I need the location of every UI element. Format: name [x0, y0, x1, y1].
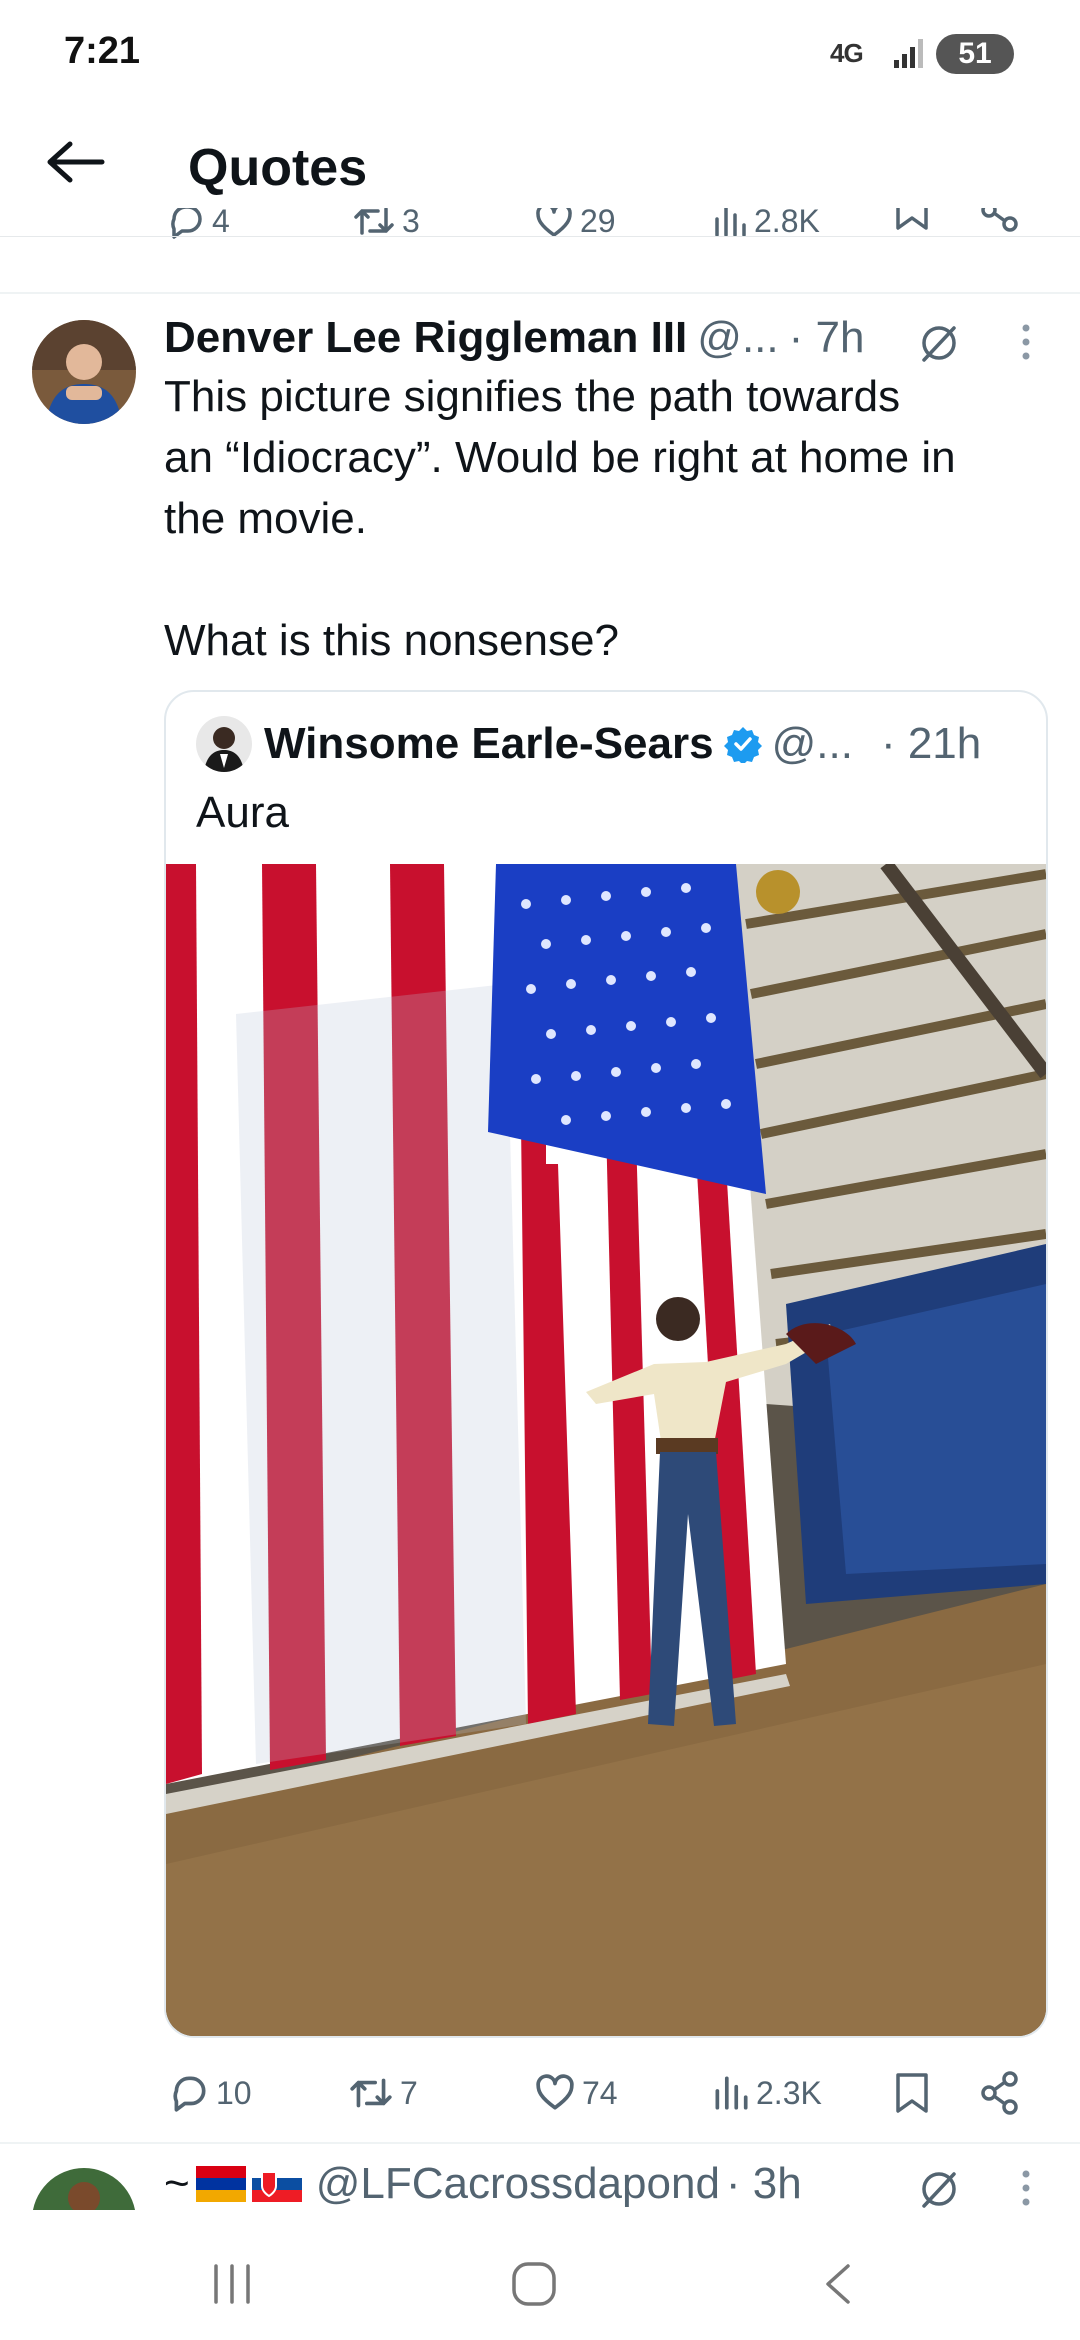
tweet-actions: 10 7 74 2.3K [164, 2058, 1044, 2128]
previous-tweet-actions: 4 3 29 2.8K [0, 208, 1080, 262]
quoted-tweet-photo[interactable] [166, 864, 1046, 2036]
tweet-header: Denver Lee Riggleman III @... · 7h [164, 308, 1024, 368]
next-avatar-image [32, 2168, 136, 2212]
previous-like-button[interactable]: 29 [534, 208, 616, 256]
avatar-image [32, 320, 136, 424]
like-button[interactable]: 74 [534, 2058, 618, 2128]
share-icon[interactable] [980, 208, 1020, 232]
more-options-icon[interactable] [1018, 2168, 1034, 2208]
reply-button[interactable]: 10 [168, 2058, 252, 2128]
views-icon [715, 2076, 748, 2110]
system-navigation-bar [0, 2210, 1080, 2340]
previous-retweet-count: 3 [402, 208, 420, 239]
next-tweet-time: · 3h [725, 2160, 802, 2208]
reply-icon [173, 2076, 206, 2112]
previous-views-count: 2.8K [754, 208, 820, 239]
battery-level: 51 [958, 37, 992, 70]
retweet-count: 7 [400, 2074, 418, 2111]
tweet-text-line: an “Idiocracy”. Would be right at home i… [164, 433, 956, 482]
tweet-divider [0, 2142, 1080, 2144]
grok-icon[interactable] [918, 2168, 960, 2210]
like-count: 74 [582, 2074, 618, 2111]
retweet-button[interactable]: 7 [348, 2058, 418, 2128]
bookmark-icon[interactable] [894, 208, 930, 232]
home-icon[interactable] [510, 2262, 558, 2306]
quoted-tweet-time: · 21h [880, 719, 982, 768]
bookmark-icon [896, 2073, 928, 2113]
back-arrow-icon[interactable] [46, 140, 106, 184]
status-time: 7:21 [64, 30, 141, 72]
previous-reply-count: 4 [212, 208, 230, 239]
quoted-tweet-text: Aura [196, 788, 289, 837]
next-tweet-handle: @LFCacrossdapond [315, 2160, 720, 2208]
next-tweet-prefix: ~ [164, 2160, 190, 2208]
more-options-icon[interactable] [1018, 322, 1034, 362]
share-button[interactable] [980, 2058, 1020, 2128]
quoted-author-name: Winsome Earle-Sears [264, 719, 714, 768]
previous-retweet-button[interactable]: 3 [352, 208, 420, 256]
verified-badge-icon [723, 727, 762, 763]
tweet-text: This picture signifies the path towards … [164, 366, 1064, 671]
header-divider [0, 236, 1080, 237]
author-name[interactable]: Denver Lee Riggleman III [164, 313, 687, 363]
views-button[interactable]: 2.3K [712, 2058, 822, 2128]
tweet-divider [0, 292, 1080, 294]
previous-views-button[interactable]: 2.8K [712, 208, 820, 256]
quoted-author-handle: @... [771, 719, 853, 768]
reply-count: 10 [216, 2074, 252, 2111]
battery-indicator: 51 [936, 34, 1014, 74]
views-count: 2.3K [756, 2074, 822, 2111]
signal-icon [894, 39, 923, 68]
author-avatar[interactable] [32, 320, 136, 424]
tweet-time: · 7h [788, 313, 865, 362]
heart-icon [536, 2074, 574, 2110]
tweet-text-line: the movie. [164, 494, 367, 543]
status-bar: 7:21 4G 51 [0, 0, 1080, 108]
quoted-tweet-header: Winsome Earle-Sears @... · 21h [264, 712, 1044, 776]
tweet-text-line: What is this nonsense? [164, 616, 619, 665]
author-handle[interactable]: @... [697, 313, 778, 363]
quoted-avatar-image [196, 716, 252, 772]
back-nav-icon[interactable] [820, 2262, 856, 2306]
slovakia-flag-icon [251, 2166, 302, 2202]
grok-icon[interactable] [918, 322, 960, 364]
armenia-flag-icon [195, 2166, 246, 2202]
next-tweet[interactable]: ~ @LFCacrossdapond · 3h [0, 2160, 1080, 2212]
page-title: Quotes [188, 139, 368, 197]
network-indicator: 4G [830, 38, 864, 68]
share-icon [981, 2071, 1018, 2115]
quoted-tweet[interactable]: Winsome Earle-Sears @... · 21h Aura [164, 690, 1048, 2038]
next-tweet-avatar[interactable] [32, 2168, 136, 2212]
previous-like-count: 29 [580, 208, 616, 239]
recent-apps-icon[interactable] [210, 2262, 254, 2306]
quoted-author-avatar [196, 716, 252, 772]
bookmark-button[interactable] [894, 2058, 930, 2128]
previous-reply-button[interactable]: 4 [166, 208, 230, 256]
next-tweet-header: ~ @LFCacrossdapond · 3h [164, 2160, 802, 2212]
tweet-text-line: This picture signifies the path towards [164, 372, 901, 421]
retweet-icon [350, 2078, 392, 2108]
